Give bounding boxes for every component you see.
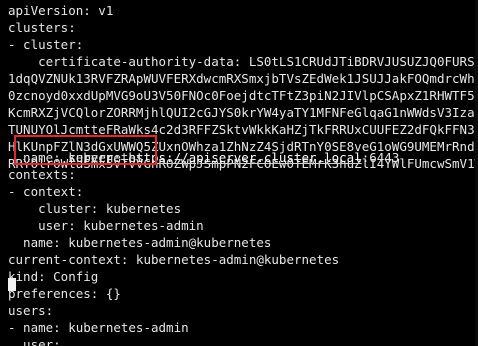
terminal-line: certificate-authority-data: LS0tLS1CRUdJ… <box>38 54 478 69</box>
terminal-line: - context: <box>8 184 84 199</box>
terminal-line: 0zcnoyd0xxdUpMVG9oU3V50FNOc0FoejdtcTFtZ3… <box>8 88 478 103</box>
terminal-line: contexts: <box>8 167 76 182</box>
terminal-line: - name: kubernetes-admin <box>8 320 189 335</box>
text-cursor <box>8 278 16 291</box>
terminal-line: 1dqQVZNUk13RVFZRApWUVFERXdwcmRXSmxjbTVsZ… <box>8 71 478 86</box>
terminal-line: users: <box>8 303 54 318</box>
server-port: :6443 <box>361 150 400 165</box>
terminal-window[interactable]: apiVersion: v1 clusters: - cluster: cert… <box>0 0 478 346</box>
terminal-line: - cluster: <box>8 37 84 52</box>
terminal-line: name: kubernetes <box>8 150 144 165</box>
terminal-line: clusters: <box>8 20 76 35</box>
server-url-link[interactable]: https://apiserver.cluster.local <box>128 150 361 165</box>
terminal-line: apiVersion: v1 <box>8 3 114 18</box>
terminal-line: KcmRXZjVCQlorZORRMjhlQUI2cGJYS0krYW4yaTY… <box>8 105 478 120</box>
terminal-line: kind: Config <box>8 269 99 284</box>
terminal-line: current-context: kubernetes-admin@kubern… <box>8 252 340 267</box>
terminal-line: user: kubernetes-admin <box>8 218 204 233</box>
server-line: server: https://apiserver.cluster.local:… <box>8 132 399 165</box>
terminal-line: user: <box>8 337 61 346</box>
terminal-line: cluster: kubernetes <box>8 201 182 216</box>
terminal-line: preferences: {} <box>8 286 121 301</box>
terminal-line: name: kubernetes-admin@kubernetes <box>8 235 272 250</box>
